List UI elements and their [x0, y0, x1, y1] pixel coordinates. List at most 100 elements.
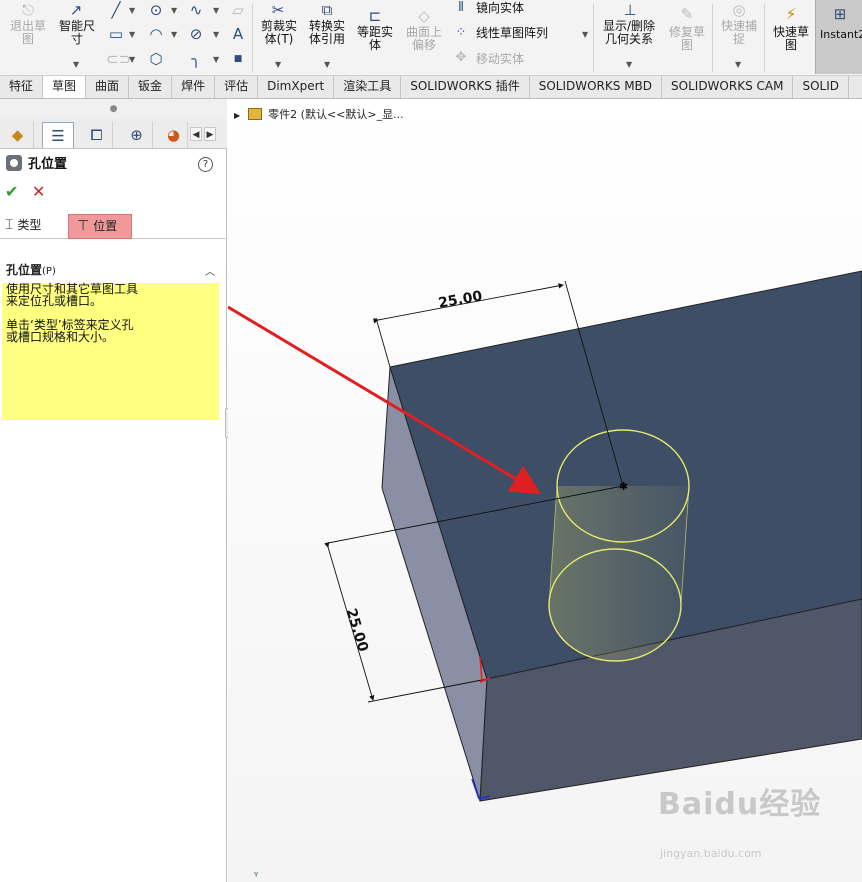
- solidworks-window: ⎋ 退出草 图 ↗ 智能尺 寸 ▼ ╱ ▼ ⊙ ▼ ∿ ▼ ▱ ▭ ▼ ◠ ▼ …: [0, 0, 862, 882]
- fillet-dropdown-icon[interactable]: ▼: [213, 55, 219, 64]
- spline-icon[interactable]: ∿: [186, 2, 206, 18]
- repair-sketch-icon: ✎: [680, 5, 694, 23]
- linear-pattern-icon: ⁘: [455, 25, 467, 40]
- command-manager-tabs: 特征 草图 曲面 钣金 焊件 评估 DimXpert 渲染工具 SOLIDWORKS 插件 SOL…: [0, 76, 862, 99]
- convert-entities-button[interactable]: 转换实 体引用: [304, 20, 350, 46]
- tab-scroll-left-icon[interactable]: ◀: [190, 127, 202, 141]
- tab-3[interactable]: 钣金: [129, 76, 173, 98]
- baidu-watermark-url: jingyan.baidu.com: [660, 847, 762, 860]
- move-entities-icon: ✥: [455, 50, 467, 65]
- position-icon: ⊤: [77, 218, 90, 234]
- fillet-icon[interactable]: ╮: [186, 51, 206, 67]
- quick-snaps-button[interactable]: 快速捕 捉: [716, 20, 762, 46]
- offset-entities-icon: ⊏: [368, 7, 382, 25]
- dimxpert-manager-tab-icon[interactable]: ⊕: [121, 122, 153, 148]
- graphics-area[interactable]: ✱ 25.00 25.00 ▶ 零件2 (默认<<默认>_显... Y Baidu…: [228, 99, 862, 882]
- repair-sketch-button[interactable]: 修复草 图: [664, 26, 710, 52]
- line-dropdown-icon[interactable]: ▼: [129, 6, 135, 15]
- tab-10[interactable]: SOLIDWORKS CAM: [662, 76, 794, 98]
- ribbon-separator: [593, 4, 594, 72]
- tab-5[interactable]: 评估: [215, 76, 259, 98]
- rapid-sketch-icon: ⚡: [785, 5, 797, 23]
- tab-8[interactable]: SOLIDWORKS 插件: [401, 76, 530, 98]
- property-manager-tab-icon[interactable]: ☰: [42, 122, 74, 148]
- offset-on-surface-button[interactable]: 曲面上 偏移: [401, 26, 447, 52]
- feature-manager-tab-icon[interactable]: ◆: [2, 122, 34, 148]
- panel-grip-icon[interactable]: ●: [0, 99, 227, 119]
- tab-1[interactable]: 草图: [43, 76, 87, 98]
- collapse-chevron-icon[interactable]: ︿: [205, 263, 215, 278]
- smart-dimension-button[interactable]: 智能尺 寸: [54, 20, 100, 46]
- command-manager-ribbon: ⎋ 退出草 图 ↗ 智能尺 寸 ▼ ╱ ▼ ⊙ ▼ ∿ ▼ ▱ ▭ ▼ ◠ ▼ …: [0, 0, 862, 76]
- tab-type[interactable]: ⌶ 类型: [5, 214, 41, 239]
- rapid-sketch-button[interactable]: 快速草 图: [768, 26, 814, 52]
- ellipse-icon[interactable]: ⊘: [186, 26, 206, 42]
- quick-snaps-dropdown-icon[interactable]: ▼: [735, 60, 741, 69]
- part-icon: [248, 108, 263, 120]
- instruction-line-1: 使用尺寸和其它草图工具 来定位孔或槽口。: [6, 282, 139, 308]
- arc-icon[interactable]: ◠: [146, 26, 166, 42]
- relations-icon: ⊥: [623, 1, 637, 19]
- tab-7[interactable]: 渲染工具: [334, 76, 402, 98]
- arc-dropdown-icon[interactable]: ▼: [171, 30, 177, 39]
- tab-position[interactable]: ⊤ 位置: [68, 214, 132, 239]
- expand-arrow-icon[interactable]: ▶: [234, 111, 240, 120]
- tab-2[interactable]: 曲面: [86, 76, 130, 98]
- ellipse-dropdown-icon[interactable]: ▼: [213, 30, 219, 39]
- tab-position-label: 位置: [93, 219, 118, 233]
- property-manager-panel: ● ◆ ☰ ⧠ ⊕ ◕ ◀ ▶ 孔位置 ? ✔ ✕ ⌶ 类型 ⊤ 位置 孔位置(P)…: [0, 99, 227, 882]
- show-delete-relations-button[interactable]: 显示/删除 几何关系: [597, 20, 661, 46]
- exit-sketch-button[interactable]: 退出草 图: [4, 20, 52, 46]
- point-icon[interactable]: ■: [231, 51, 245, 67]
- tab-11[interactable]: SOLID: [793, 76, 849, 98]
- linear-pattern-button[interactable]: 线性草图阵列: [476, 27, 548, 40]
- axis-y-label: Y: [254, 871, 259, 879]
- type-icon: ⌶: [5, 217, 14, 233]
- instant2d-label: Instant2: [820, 28, 862, 41]
- instant2d-button[interactable]: ⊞ Instant2: [815, 0, 862, 74]
- instant2d-icon: ⊞: [833, 5, 847, 23]
- linear-pattern-dropdown-icon[interactable]: ▼: [582, 30, 588, 39]
- configuration-manager-tab-icon[interactable]: ⧠: [81, 122, 113, 148]
- trim-dropdown-icon[interactable]: ▼: [275, 60, 281, 69]
- offset-entities-button[interactable]: 等距实 体: [352, 26, 398, 52]
- relations-dropdown-icon[interactable]: ▼: [626, 60, 632, 69]
- instruction-message: 使用尺寸和其它草图工具 来定位孔或槽口。 单击‘类型’标签来定义孔 或槽口规格和…: [2, 283, 219, 420]
- trim-icon: ✂: [271, 1, 285, 19]
- feature-tree-breadcrumb[interactable]: ▶ 零件2 (默认<<默认>_显...: [234, 107, 404, 123]
- smart-dimension-icon: ↗: [69, 1, 83, 19]
- quick-snaps-icon: ◎: [732, 1, 746, 19]
- tab-6[interactable]: DimXpert: [258, 76, 335, 98]
- plane-icon: ▱: [232, 1, 244, 19]
- rectangle-icon[interactable]: ▭: [106, 26, 126, 42]
- ok-button[interactable]: ✔: [5, 182, 18, 201]
- move-entities-button[interactable]: 移动实体: [476, 53, 524, 66]
- cancel-button[interactable]: ✕: [32, 182, 45, 201]
- slot-icon[interactable]: ⊂⊃: [106, 51, 131, 67]
- property-title-text: 孔位置: [28, 157, 68, 172]
- tab-scroll-right-icon[interactable]: ▶: [204, 127, 216, 141]
- slot-dropdown-icon[interactable]: ▼: [129, 55, 135, 64]
- convert-dropdown-icon[interactable]: ▼: [324, 60, 330, 69]
- smart-dimension-dropdown-icon[interactable]: ▼: [73, 60, 79, 69]
- mirror-entities-button[interactable]: 镜向实体: [476, 2, 524, 15]
- rectangle-dropdown-icon[interactable]: ▼: [129, 30, 135, 39]
- circle-icon[interactable]: ⊙: [146, 2, 166, 18]
- tab-0[interactable]: 特征: [0, 76, 44, 98]
- circle-dropdown-icon[interactable]: ▼: [171, 6, 177, 15]
- group-shortcut: (P): [42, 266, 56, 277]
- text-icon[interactable]: A: [228, 26, 248, 42]
- instruction-line-2: 单击‘类型’标签来定义孔 或槽口规格和大小。: [6, 318, 134, 344]
- hole-position-group-header[interactable]: 孔位置(P): [6, 261, 218, 277]
- trim-entities-button[interactable]: 剪裁实 体(T): [256, 20, 302, 46]
- ribbon-separator: [712, 4, 713, 72]
- hole-wizard-tabs: ⌶ 类型 ⊤ 位置: [0, 212, 227, 239]
- tab-4[interactable]: 焊件: [172, 76, 216, 98]
- property-title: 孔位置: [6, 155, 67, 175]
- display-manager-tab-icon[interactable]: ◕: [160, 122, 188, 148]
- spline-dropdown-icon[interactable]: ▼: [213, 6, 219, 15]
- line-icon[interactable]: ╱: [106, 2, 126, 18]
- polygon-icon[interactable]: ⬡: [146, 51, 166, 67]
- tab-9[interactable]: SOLIDWORKS MBD: [530, 76, 663, 98]
- help-icon[interactable]: ?: [198, 157, 213, 172]
